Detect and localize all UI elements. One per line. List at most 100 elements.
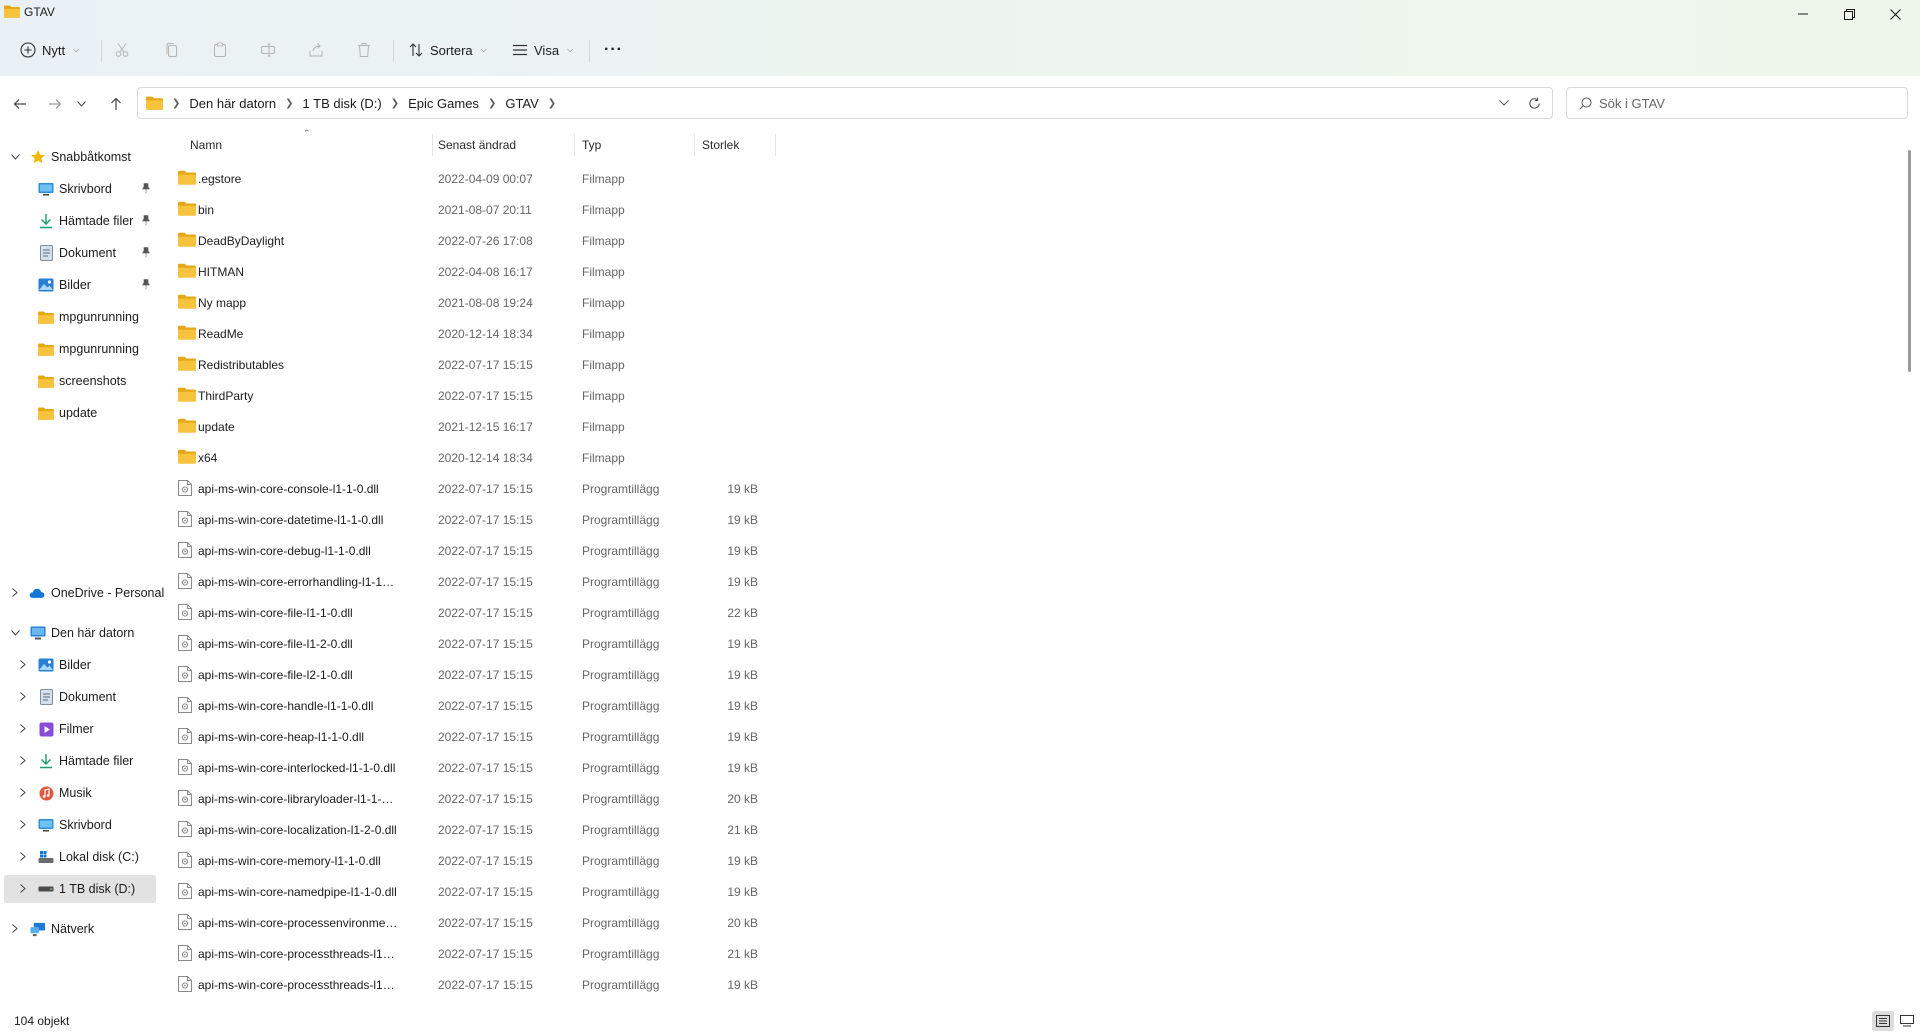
folder-row[interactable]: ReadMe 2020-12-14 18:34 Filmapp (170, 319, 790, 349)
sort-button[interactable]: Sortera ⌵ (408, 32, 487, 68)
back-button[interactable] (6, 90, 34, 118)
sidebar-item-pc-downloads[interactable]: Hämtade filer (0, 747, 158, 775)
folder-row[interactable]: Ny mapp 2021-08-08 19:24 Filmapp (170, 288, 790, 318)
expand-chevron-right-icon[interactable] (18, 723, 28, 735)
sidebar-item-quick-access[interactable]: Snabbåtkomst (0, 143, 158, 171)
delete-button[interactable] (356, 32, 372, 68)
file-row[interactable]: api-ms-win-core-errorhandling-l1-1-0.dll… (170, 567, 790, 597)
refresh-button[interactable] (1526, 95, 1542, 111)
file-row[interactable]: api-ms-win-core-localization-l1-2-0.dll 2… (170, 815, 790, 845)
sidebar-item-pc-documents[interactable]: Dokument (0, 683, 158, 711)
sidebar-item-pc-desktop[interactable]: Skrivbord (0, 811, 158, 839)
close-button[interactable] (1872, 0, 1918, 28)
file-row[interactable]: api-ms-win-core-debug-l1-1-0.dll 2022-07-… (170, 536, 790, 566)
expand-chevron-right-icon[interactable] (10, 923, 20, 935)
view-button[interactable]: Visa ⌵ (512, 32, 573, 68)
more-options-button[interactable]: ··· (604, 32, 623, 68)
expand-chevron-right-icon[interactable] (18, 691, 28, 703)
file-row[interactable]: api-ms-win-core-file-l1-1-0.dll 2022-07-1… (170, 598, 790, 628)
sidebar-item-pc-music[interactable]: Musik (0, 779, 158, 807)
chevron-right-icon[interactable]: ❯ (548, 98, 556, 109)
file-row[interactable]: api-ms-win-core-processthreads-l1-1-1.dl… (170, 970, 790, 1000)
sidebar-item-documents[interactable]: Dokument (0, 239, 158, 267)
search-input[interactable] (1599, 94, 1889, 112)
sidebar-item-pc-local-disk-c[interactable]: Lokal disk (C:) (0, 843, 158, 871)
restore-button[interactable] (1826, 0, 1872, 28)
sidebar-item-screenshots[interactable]: screenshots (0, 367, 158, 395)
column-divider[interactable] (574, 134, 575, 156)
row-icon-wrapper (178, 573, 196, 589)
forward-button[interactable] (41, 90, 69, 118)
file-row[interactable]: api-ms-win-core-memory-l1-1-0.dll 2022-07… (170, 846, 790, 876)
file-row[interactable]: api-ms-win-core-handle-l1-1-0.dll 2022-07… (170, 691, 790, 721)
sidebar-item-mpgunrunning-2[interactable]: mpgunrunning (0, 335, 158, 363)
expand-chevron-down-icon[interactable] (10, 152, 20, 162)
file-row[interactable]: api-ms-win-core-file-l2-1-0.dll 2022-07-1… (170, 660, 790, 690)
expand-chevron-right-icon[interactable] (18, 851, 28, 863)
folder-row[interactable]: .egstore 2022-04-09 00:07 Filmapp (170, 164, 790, 194)
sidebar-item-pictures[interactable]: Bilder (0, 271, 158, 299)
file-row[interactable]: api-ms-win-core-namedpipe-l1-1-0.dll 2022… (170, 877, 790, 907)
sidebar-item-network[interactable]: Nätverk (0, 915, 158, 943)
chevron-right-icon[interactable]: ❯ (488, 98, 496, 109)
vertical-scrollbar[interactable] (1908, 150, 1911, 372)
breadcrumb-gtav[interactable]: GTAV (505, 96, 538, 111)
rename-button[interactable] (260, 32, 276, 68)
sidebar-item-pc-videos[interactable]: Filmer (0, 715, 158, 743)
sidebar-item-update[interactable]: update (0, 399, 158, 427)
column-divider[interactable] (694, 134, 695, 156)
expand-chevron-right-icon[interactable] (18, 787, 28, 799)
file-row[interactable]: api-ms-win-core-datetime-l1-1-0.dll 2022-… (170, 505, 790, 535)
file-row[interactable]: api-ms-win-core-console-l1-1-0.dll 2022-0… (170, 474, 790, 504)
file-row[interactable]: api-ms-win-core-processthreads-l1-1-0.dl… (170, 939, 790, 969)
share-button[interactable] (308, 32, 324, 68)
sidebar-item-mpgunrunning[interactable]: mpgunrunning (0, 303, 158, 331)
column-header-name[interactable]: Namn (190, 134, 430, 156)
breadcrumb-epic-games[interactable]: Epic Games (408, 96, 479, 111)
file-row[interactable]: api-ms-win-core-processenvironment-l1...… (170, 908, 790, 938)
folder-row[interactable]: bin 2021-08-07 20:11 Filmapp (170, 195, 790, 225)
paste-button[interactable] (212, 32, 228, 68)
address-bar[interactable]: ❯ Den här datorn ❯ 1 TB disk (D:) ❯ Epic… (137, 87, 1553, 119)
expand-chevron-right-icon[interactable] (18, 755, 28, 767)
minimize-button[interactable] (1780, 0, 1826, 28)
column-header-modified[interactable]: Senast ändrad (438, 134, 572, 156)
details-view-button[interactable] (1872, 1011, 1894, 1031)
expand-chevron-down-icon[interactable] (10, 628, 20, 638)
column-header-size[interactable]: Storlek (702, 134, 774, 156)
recent-locations-button[interactable] (72, 90, 90, 118)
address-history-button[interactable] (1496, 96, 1512, 110)
expand-chevron-right-icon[interactable] (10, 587, 20, 599)
folder-row[interactable]: ThirdParty 2022-07-17 15:15 Filmapp (170, 381, 790, 411)
sidebar-item-pc-drive-d[interactable]: 1 TB disk (D:) (4, 875, 156, 903)
folder-row[interactable]: x64 2020-12-14 18:34 Filmapp (170, 443, 790, 473)
column-divider[interactable] (775, 134, 776, 156)
up-button[interactable] (102, 90, 130, 118)
column-divider[interactable] (432, 134, 433, 156)
sidebar-item-this-pc[interactable]: Den här datorn (0, 619, 158, 647)
breadcrumb-this-pc[interactable]: Den här datorn (189, 96, 276, 111)
sidebar-item-pc-pictures[interactable]: Bilder (0, 651, 158, 679)
folder-row[interactable]: update 2021-12-15 16:17 Filmapp (170, 412, 790, 442)
column-header-type[interactable]: Typ (582, 134, 692, 156)
file-row[interactable]: api-ms-win-core-libraryloader-l1-1-0.dll… (170, 784, 790, 814)
new-button[interactable]: Nytt ⌵ (20, 32, 79, 68)
file-row[interactable]: api-ms-win-core-heap-l1-1-0.dll 2022-07-1… (170, 722, 790, 752)
file-row[interactable]: api-ms-win-core-file-l1-2-0.dll 2022-07-1… (170, 629, 790, 659)
chevron-right-icon[interactable]: ❯ (285, 98, 293, 109)
large-icons-view-button[interactable] (1896, 1011, 1918, 1031)
folder-row[interactable]: DeadByDaylight 2022-07-26 17:08 Filmapp (170, 226, 790, 256)
expand-chevron-right-icon[interactable] (18, 883, 28, 895)
folder-row[interactable]: Redistributables 2022-07-17 15:15 Filmapp (170, 350, 790, 380)
chevron-right-icon[interactable]: ❯ (391, 98, 399, 109)
expand-chevron-right-icon[interactable] (18, 659, 28, 671)
breadcrumb-drive-d[interactable]: 1 TB disk (D:) (303, 96, 382, 111)
folder-row[interactable]: HITMAN 2022-04-08 16:17 Filmapp (170, 257, 790, 287)
copy-button[interactable] (164, 32, 180, 68)
cut-button[interactable] (114, 32, 130, 68)
file-row[interactable]: api-ms-win-core-interlocked-l1-1-0.dll 20… (170, 753, 790, 783)
expand-chevron-right-icon[interactable] (18, 819, 28, 831)
sidebar-item-onedrive[interactable]: OneDrive - Personal (0, 579, 164, 607)
sidebar-item-skrivbord[interactable]: Skrivbord (0, 175, 158, 203)
sidebar-item-downloads[interactable]: Hämtade filer (0, 207, 158, 235)
